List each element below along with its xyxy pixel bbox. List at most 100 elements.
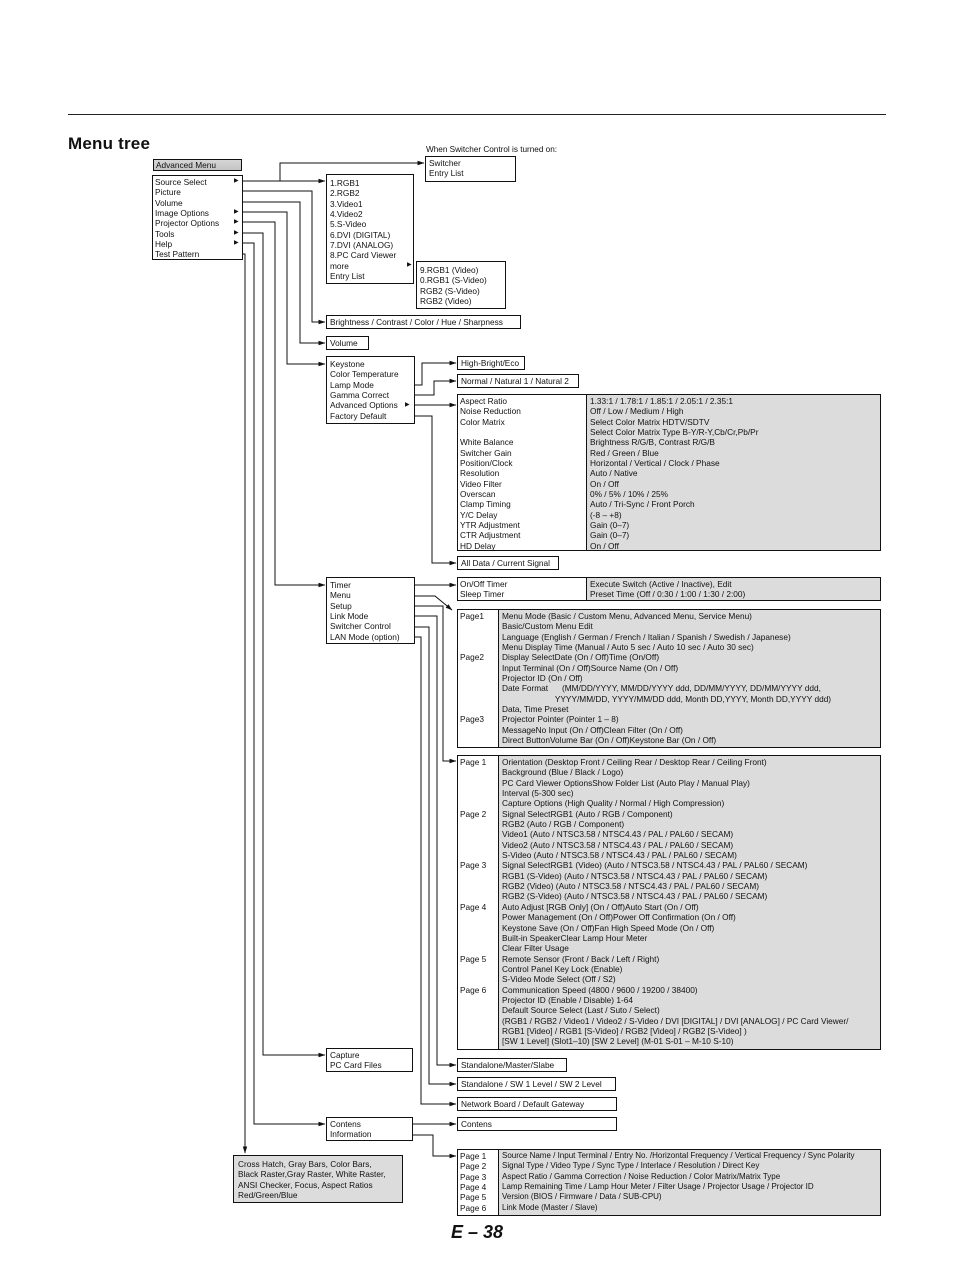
menu-item-help[interactable]: Help — [155, 239, 240, 249]
setup-page-line: RGB1 [Video] / RGB1 [S-Video] / RGB2 [Vi… — [502, 1025, 747, 1036]
help-item[interactable]: Information — [330, 1129, 409, 1139]
menu-page-line: Direct ButtonVolume Bar (On / Off)Keysto… — [502, 735, 877, 745]
cell: Signal Select — [502, 860, 551, 871]
image-option-item[interactable]: Color Temperature — [330, 369, 411, 379]
page-label — [460, 778, 496, 788]
source-item[interactable]: RGB2 (Video) — [420, 296, 502, 306]
projector-option-item[interactable]: Menu — [330, 590, 411, 600]
menu-page-line: YYYY/MM/DD, YYYY/MM/DD ddd, Month DD,YYY… — [502, 693, 832, 704]
setup-page-line: Signal SelectRGB1 (Video) (Auto / NTSC3.… — [502, 860, 877, 870]
image-option-item[interactable]: Advanced Options — [330, 400, 411, 410]
projector-option-item[interactable]: Switcher Control — [330, 621, 411, 631]
tools-item[interactable]: Capture — [330, 1050, 409, 1060]
source-item[interactable]: 9.RGB1 (Video) — [420, 265, 502, 275]
page-label — [460, 923, 496, 933]
cell: Auto Adjust [RGB Only] (On / Off) — [502, 901, 625, 912]
cell: Time (On/Off) — [608, 652, 660, 663]
source-item-entry-list[interactable]: Entry List — [330, 271, 410, 281]
advanced-option-value: Select Color Matrix Type B-Y/R-Y,Cb/Cr,P… — [590, 427, 759, 438]
source-item[interactable]: 2.RGB2 — [330, 188, 410, 198]
lamp-mode-option[interactable]: High-Bright/Eco — [461, 358, 521, 368]
menu-item-source-select[interactable]: Source Select — [155, 177, 240, 187]
projector-option-item[interactable]: Setup — [330, 601, 411, 611]
source-item[interactable]: 4.Video2 — [330, 209, 410, 219]
volume-option[interactable]: Volume — [330, 338, 365, 348]
picture-options[interactable]: Brightness / Contrast / Color / Hue / Sh… — [330, 317, 517, 327]
setup-page-line: Communication Speed (4800 / 9600 / 19200… — [502, 984, 698, 995]
page-label — [460, 829, 496, 839]
gamma-option[interactable]: Normal / Natural 1 / Natural 2 — [461, 376, 575, 386]
lan-mode-box: Network Board / Default Gateway — [457, 1097, 617, 1111]
tools-menu: Capture PC Card Files — [326, 1048, 413, 1072]
cell: Interval (5-300 sec) — [502, 788, 574, 799]
menu-item-test-pattern[interactable]: Test Pattern — [155, 249, 240, 259]
source-more-menu: 9.RGB1 (Video) 0.RGB1 (S-Video) RGB2 (S-… — [416, 261, 506, 309]
menu-item-image-options[interactable]: Image Options — [155, 208, 240, 218]
menu-page-line: Menu Mode (Basic / Custom Menu, Advanced… — [502, 611, 752, 621]
image-option-item[interactable]: Keystone — [330, 359, 411, 369]
setup-page-line: Remote Sensor (Front / Back / Left / Rig… — [502, 953, 660, 964]
menu-page-line: Input Terminal (On / Off)Source Name (On… — [502, 663, 877, 673]
image-option-item[interactable]: Factory Default — [330, 411, 411, 421]
source-item[interactable]: 8.PC Card Viewer — [330, 250, 410, 260]
submenu-arrow-icon: ▶ — [234, 230, 239, 236]
switcher-entry-list-box: Switcher Entry List — [425, 156, 516, 182]
tools-item[interactable]: PC Card Files — [330, 1060, 409, 1070]
menu-item[interactable]: Entry List — [429, 168, 512, 178]
source-item[interactable]: 6.DVI (DIGITAL) — [330, 230, 410, 240]
source-item[interactable]: 3.Video1 — [330, 199, 410, 209]
contens-option[interactable]: Contens — [461, 1119, 613, 1129]
advanced-option-value: On / Off — [590, 540, 619, 551]
timer-name: On/Off Timer — [460, 579, 508, 589]
page-label — [460, 964, 496, 974]
source-item[interactable]: 1.RGB1 — [330, 178, 410, 188]
wire-lan — [407, 636, 457, 1107]
info-page-value: Version (BIOS / Firmware / Data / SUB-CP… — [502, 1192, 662, 1202]
cell: Show Folder List (Auto Play / Manual Pla… — [592, 777, 750, 788]
setup-page-line: Keystone Save (On / Off)Fan High Speed M… — [502, 923, 877, 933]
menu-item[interactable]: Switcher — [429, 158, 512, 168]
projector-option-item[interactable]: Timer — [330, 580, 411, 590]
info-page-label: Page 5 — [460, 1192, 487, 1203]
projector-option-item[interactable]: Link Mode — [330, 611, 411, 621]
page-label — [460, 819, 496, 829]
page-label — [460, 881, 496, 891]
source-item[interactable]: 5.S-Video — [330, 219, 410, 229]
help-item[interactable]: Contens — [330, 1119, 409, 1129]
advanced-option-name: HD Delay — [460, 540, 496, 551]
submenu-arrow-icon: ▶ — [234, 209, 239, 215]
menu-item-tools[interactable]: Tools — [155, 229, 240, 239]
image-option-item[interactable]: Gamma Correct — [330, 390, 411, 400]
page-label: Page 3 — [460, 860, 487, 871]
setup-page-line: S-Video Mode Select (Off / S2) — [502, 974, 616, 985]
lan-mode-option[interactable]: Network Board / Default Gateway — [461, 1099, 613, 1109]
source-item-more[interactable]: more — [330, 261, 410, 271]
info-page-value: Link Mode (Master / Slave) — [502, 1202, 598, 1212]
menu-item-picture[interactable]: Picture — [155, 187, 240, 197]
source-item[interactable]: RGB2 (S-Video) — [420, 286, 502, 296]
menu-item-volume[interactable]: Volume — [155, 198, 240, 208]
page-label — [460, 1026, 496, 1036]
factory-default-option[interactable]: All Data / Current Signal — [461, 558, 555, 568]
link-mode-option[interactable]: Standalone/Master/Slabe — [461, 1060, 563, 1070]
cell: S-Video (Auto / NTSC3.58 / NTSC4.43 / PA… — [502, 850, 737, 861]
page-label — [460, 850, 496, 860]
source-item[interactable]: 7.DVI (ANALOG) — [330, 240, 410, 250]
picture-options-box: Brightness / Contrast / Color / Hue / Sh… — [326, 315, 521, 329]
setup-page-line: PC Card Viewer OptionsShow Folder List (… — [502, 778, 877, 788]
projector-option-item[interactable]: LAN Mode (option) — [330, 632, 411, 642]
switcher-control-option[interactable]: Standalone / SW 1 Level / SW 2 Level — [461, 1079, 612, 1089]
image-option-item[interactable]: Lamp Mode — [330, 380, 411, 390]
advanced-option-name: Aspect Ratio — [460, 396, 508, 406]
menu-page-line: Projector Pointer (Pointer 1 – 8) — [502, 714, 619, 725]
page-label: Page 4 — [460, 901, 487, 912]
source-item[interactable]: 0.RGB1 (S-Video) — [420, 275, 502, 285]
advanced-option-value: Off / Low / Medium / High — [590, 406, 684, 417]
test-pattern-line: Cross Hatch, Gray Bars, Color Bars, — [238, 1159, 372, 1169]
page-label: Page2 — [460, 652, 484, 663]
test-pattern-box: Cross Hatch, Gray Bars, Color Bars, Blac… — [233, 1155, 403, 1203]
setup-page-line: Video1 (Auto / NTSC3.58 / NTSC4.43 / PAL… — [502, 829, 877, 839]
menu-item-projector-options[interactable]: Projector Options — [155, 218, 240, 228]
menu-page-line: Date Format (MM/DD/YYYY, MM/DD/YYYY ddd,… — [502, 683, 821, 694]
advanced-option-name: Overscan — [460, 489, 496, 500]
